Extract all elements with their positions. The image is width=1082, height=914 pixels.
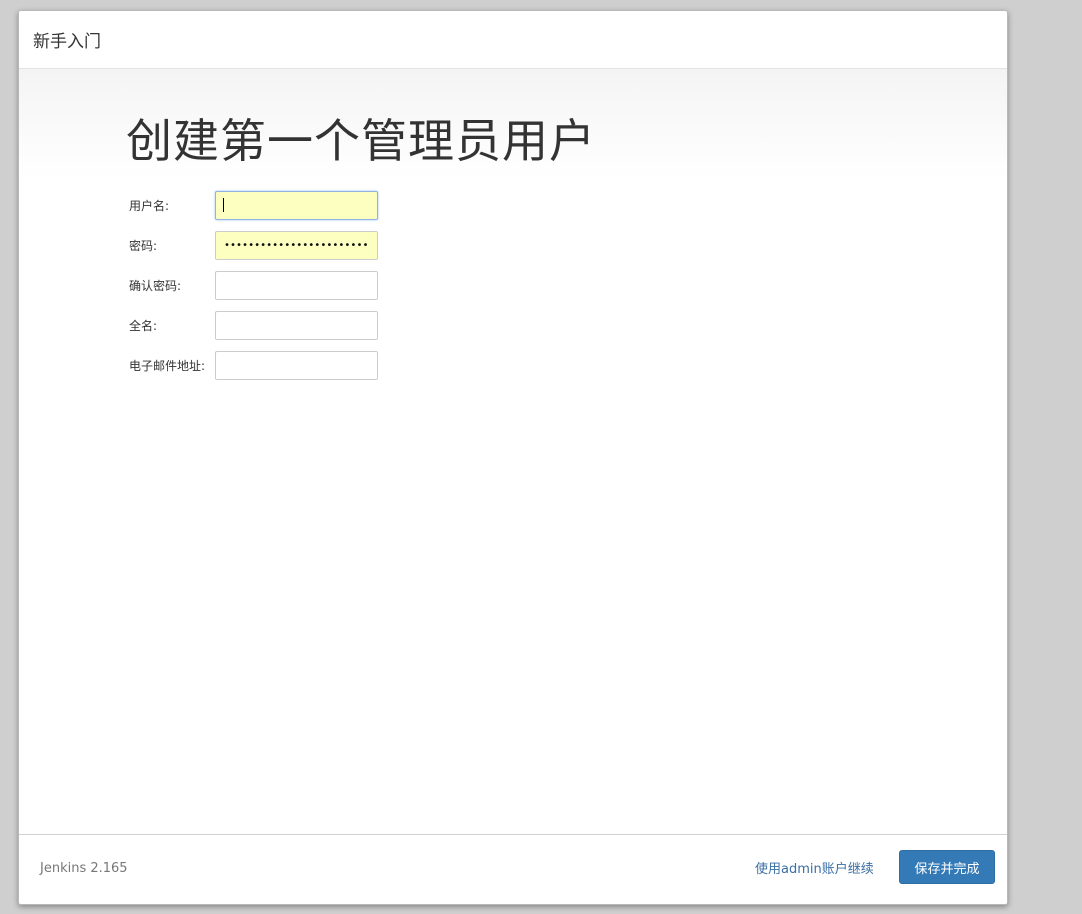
dialog-footer: Jenkins 2.165 使用admin账户继续 保存并完成 — [19, 834, 1007, 904]
email-label: 电子邮件地址: — [129, 358, 206, 373]
password-row: 密码: — [129, 230, 378, 260]
setup-wizard-dialog: 新手入门 创建第一个管理员用户 用户名: 密码: 确认密码: 全名: 电子邮件地… — [18, 10, 1008, 905]
email-row: 电子邮件地址: — [129, 350, 378, 380]
password-input[interactable] — [215, 230, 378, 260]
confirm-password-label: 确认密码: — [129, 278, 182, 293]
page-title: 创建第一个管理员用户 — [126, 114, 596, 168]
dialog-header: 新手入门 — [19, 11, 1007, 69]
jenkins-version: Jenkins 2.165 — [40, 861, 128, 876]
password-label: 密码: — [129, 238, 158, 253]
text-cursor — [223, 197, 224, 212]
fullname-input[interactable] — [215, 310, 378, 340]
fullname-label: 全名: — [129, 318, 158, 333]
username-label: 用户名: — [129, 198, 170, 213]
confirm-password-input[interactable] — [215, 270, 378, 300]
username-input[interactable] — [215, 190, 378, 220]
fullname-row: 全名: — [129, 310, 378, 340]
continue-as-admin-link[interactable]: 使用admin账户继续 — [755, 858, 874, 877]
save-and-finish-button[interactable]: 保存并完成 — [899, 850, 995, 884]
confirm-password-row: 确认密码: — [129, 270, 378, 300]
username-input-wrap — [215, 190, 378, 220]
username-row: 用户名: — [129, 190, 378, 220]
email-input[interactable] — [215, 350, 378, 380]
dialog-body: 创建第一个管理员用户 用户名: 密码: 确认密码: 全名: 电子邮件地址: — [19, 69, 1007, 837]
dialog-title: 新手入门 — [33, 32, 101, 52]
